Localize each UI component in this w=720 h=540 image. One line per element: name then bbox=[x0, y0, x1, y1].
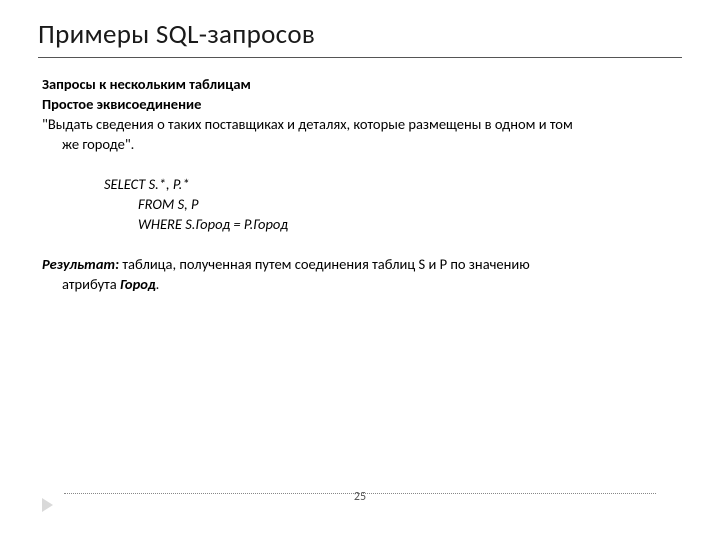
prompt-line-1: "Выдать сведения о таких поставщиках и д… bbox=[42, 115, 573, 133]
content-block: Запросы к нескольким таблицам Простое эк… bbox=[38, 74, 682, 294]
sql-line-where: WHERE S.Город = P.Город bbox=[104, 214, 682, 234]
result-block: Результат: таблица, полученная путем сое… bbox=[42, 254, 682, 294]
sql-line-select: SELECT S.*, P.* bbox=[104, 174, 682, 194]
prompt-continuation: же городе". bbox=[42, 134, 682, 154]
result-text-2a: атрибута bbox=[62, 275, 120, 293]
page-number: 25 bbox=[354, 490, 366, 504]
result-label: Результат: bbox=[42, 255, 119, 273]
page-title: Примеры SQL-запросов bbox=[38, 18, 682, 58]
result-text-1: таблица, полученная путем соединения таб… bbox=[119, 255, 530, 273]
chevron-right-icon bbox=[42, 498, 53, 512]
result-continuation: атрибута Город. bbox=[42, 274, 682, 294]
heading-2: Простое эквисоединение bbox=[42, 94, 682, 114]
footer: 25 bbox=[38, 493, 682, 514]
sql-block: SELECT S.*, P.* FROM S, P WHERE S.Город … bbox=[42, 174, 682, 234]
sql-line-from: FROM S, P bbox=[104, 194, 682, 214]
result-text-2b: . bbox=[156, 275, 160, 293]
city-word: Город bbox=[120, 275, 156, 293]
heading-1: Запросы к нескольким таблицам bbox=[42, 74, 682, 94]
prompt-line-2: же городе". bbox=[62, 135, 134, 153]
query-prompt: "Выдать сведения о таких поставщиках и д… bbox=[42, 114, 682, 134]
footer-row: 25 bbox=[38, 496, 682, 514]
